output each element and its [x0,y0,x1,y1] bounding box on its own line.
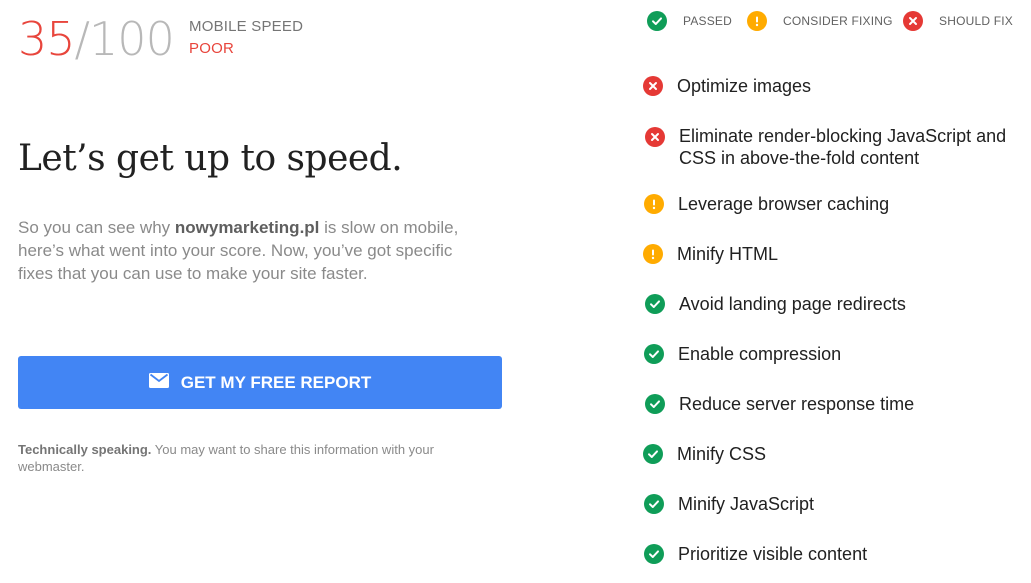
cta-label: GET MY FREE REPORT [180,372,372,392]
page-description: So you can see why nowymarketing.pl is s… [18,216,488,285]
note-bold: Technically speaking. [18,442,152,457]
score-max: /100 [74,12,175,66]
rule-label: Minify JavaScript [678,494,815,514]
rule-item[interactable]: Minify JavaScript [644,493,814,515]
score-rating: POOR [189,40,234,57]
score-display: 35 /100 [18,12,175,68]
technical-note: Technically speaking. You may want to sh… [18,441,488,475]
check-icon [644,544,664,564]
check-icon [643,444,663,464]
rule-label: Minify CSS [677,444,767,464]
rule-label: Eliminate render-blocking JavaScript and… [679,126,1007,168]
rule-item[interactable]: Prioritize visible content [644,543,867,565]
exclamation-icon [643,244,663,264]
legend-label: SHOULD FIX [939,14,1014,28]
page-headline: Let’s get up to speed. [18,138,403,179]
rule-label: Reduce server response time [679,394,915,414]
exclamation-icon [644,194,664,214]
rule-item[interactable]: Reduce server response time [645,393,914,415]
rule-label: Avoid landing page redirects [679,294,906,314]
score-value: 35 [18,12,76,66]
check-icon [647,11,667,31]
rule-item[interactable]: Leverage browser caching [644,193,889,215]
rule-item[interactable]: Avoid landing page redirects [645,293,906,315]
score-label: MOBILE SPEED POOR [189,18,303,57]
legend-consider-fixing: CONSIDER FIXING [747,11,893,31]
rule-label: Optimize images [677,76,812,96]
rule-item[interactable]: Minify HTML [643,243,778,265]
check-icon [645,394,665,414]
rule-label: Leverage browser caching [678,194,890,214]
check-icon [645,294,665,314]
legend-label: PASSED [683,14,732,28]
check-icon [644,344,664,364]
legend-should-fix: SHOULD FIX [903,11,1013,31]
rule-item[interactable]: Optimize images [643,75,811,97]
close-icon [643,76,663,96]
rule-item[interactable]: Eliminate render-blocking JavaScript and… [645,125,1015,169]
rule-label: Prioritize visible content [678,544,868,564]
check-icon [644,494,664,514]
rule-label: Enable compression [678,344,842,364]
rule-label: Minify HTML [677,244,779,264]
description-text: So you can see why [18,218,175,237]
legend-label: CONSIDER FIXING [783,14,893,28]
close-icon [645,127,665,147]
status-legend: PASSED CONSIDER FIXING SHOULD FIX [647,11,1027,33]
legend-passed: PASSED [647,11,732,31]
mail-icon [148,373,169,388]
get-free-report-button[interactable]: GET MY FREE REPORT [18,356,502,409]
exclamation-icon [747,11,767,31]
rule-item[interactable]: Enable compression [644,343,841,365]
close-icon [903,11,923,31]
rule-item[interactable]: Minify CSS [643,443,766,465]
score-category: MOBILE SPEED [189,18,304,35]
site-name: nowymarketing.pl [174,218,320,237]
